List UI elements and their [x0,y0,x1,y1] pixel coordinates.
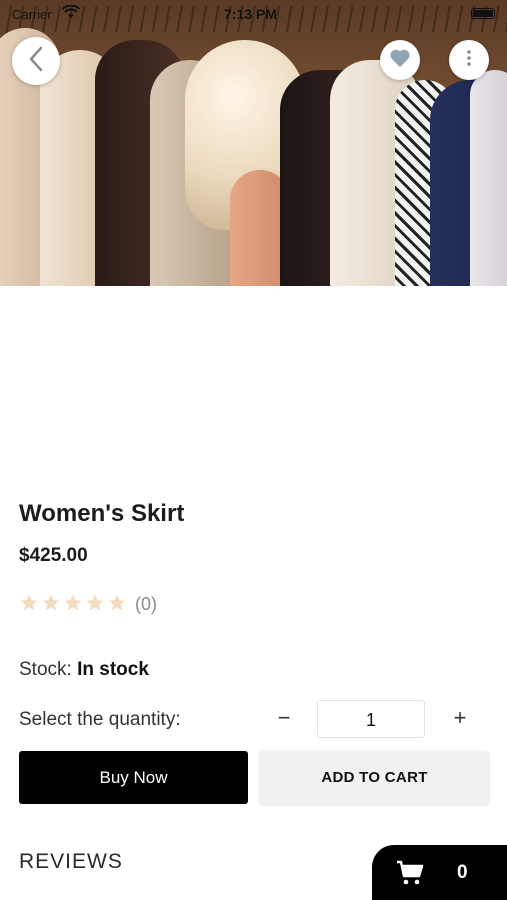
battery-icon [471,8,495,19]
buy-now-button[interactable]: Buy Now [19,751,248,804]
star-icon [64,594,82,611]
stock-label: Stock: [19,659,72,680]
star-icon [42,594,60,611]
shopping-cart-icon [396,860,424,891]
cart-button[interactable]: 0 [372,845,507,900]
chevron-left-icon [28,46,44,77]
cart-count-badge: 0 [457,862,468,883]
wifi-icon [61,4,81,22]
quantity-input[interactable]: 1 [317,700,425,738]
rating-stars [19,593,127,613]
stock-value: In stock [77,659,149,680]
add-to-cart-button[interactable]: ADD TO CART [260,751,489,804]
heart-icon [389,48,411,73]
garment [470,70,507,286]
quantity-label: Select the quantity: [19,709,181,730]
product-title: Women's Skirt [19,500,185,527]
carrier-label: Carrier [12,7,52,22]
star-icon [86,594,104,611]
more-vertical-icon [466,49,472,72]
star-icon [108,594,126,611]
back-button[interactable] [12,37,60,85]
product-image [0,0,507,286]
status-time: 7:13 PM [224,6,277,22]
favorite-button[interactable] [380,40,420,80]
reviews-heading: REVIEWS [19,850,123,873]
stock-status: Stock: In stock [19,659,149,681]
quantity-decrease-button[interactable]: − [272,704,296,732]
status-bar: Carrier 7:13 PM [0,0,507,28]
star-icon [20,594,38,611]
quantity-increase-button[interactable]: + [448,704,472,732]
product-price: $425.00 [19,545,88,566]
rating-count: (0) [135,594,157,614]
more-options-button[interactable] [449,40,489,80]
